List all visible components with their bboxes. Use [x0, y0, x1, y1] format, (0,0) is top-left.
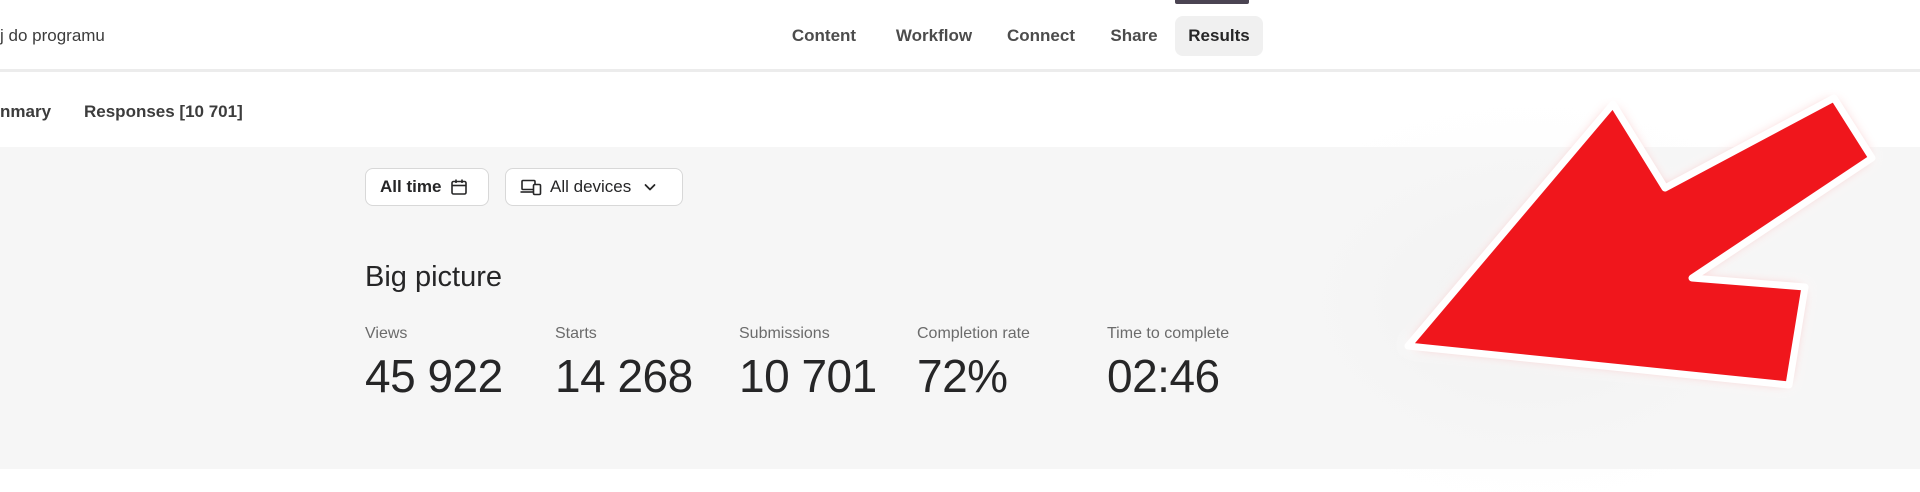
results-page: j do programu Content Workflow Connect S… — [0, 0, 1920, 492]
metric-label: Submissions — [739, 325, 830, 342]
time-filter-label: All time — [380, 177, 442, 196]
metric-label: Time to complete — [1107, 325, 1230, 342]
metric-views: Views 45 922 — [365, 325, 503, 403]
metric-label: Views — [365, 325, 408, 342]
nav-tab-workflow[interactable]: Workflow — [884, 16, 984, 56]
metric-starts: Starts 14 268 — [555, 325, 693, 403]
metric-submissions: Submissions 10 701 — [739, 325, 877, 403]
devices-filter-label: All devices — [550, 177, 632, 196]
active-tab-indicator — [1175, 0, 1249, 4]
metric-value: 45 922 — [365, 350, 503, 402]
nav-tab-share[interactable]: Share — [1100, 16, 1168, 56]
metric-label: Completion rate — [917, 325, 1030, 342]
nav-tab-results[interactable]: Results — [1175, 16, 1263, 56]
top-header: j do programu Content Workflow Connect S… — [0, 0, 1920, 72]
nav-tab-content[interactable]: Content — [779, 16, 869, 56]
subtab-responses[interactable]: Responses [10 701] — [84, 102, 243, 122]
metric-value: 14 268 — [555, 350, 693, 402]
nav-tab-connect[interactable]: Connect — [998, 16, 1084, 56]
sub-header: nmary Responses [10 701] — [0, 72, 1920, 147]
devices-icon — [520, 178, 542, 196]
big-picture-title: Big picture — [365, 261, 503, 293]
metric-completion-rate: Completion rate 72% — [917, 325, 1030, 403]
metric-label: Starts — [555, 325, 597, 342]
time-filter-button[interactable]: All time — [365, 168, 489, 206]
devices-filter-button[interactable]: All devices — [505, 168, 683, 206]
calendar-icon — [450, 178, 468, 196]
subtab-summary[interactable]: nmary — [0, 102, 51, 122]
metric-value: 72% — [917, 350, 1008, 402]
chevron-down-icon — [643, 180, 657, 194]
results-content: All time All devices Big picture Views 4… — [0, 147, 1920, 469]
metric-value: 10 701 — [739, 350, 877, 402]
back-to-program-link[interactable]: j do programu — [0, 26, 105, 46]
metric-time-to-complete: Time to complete 02:46 — [1107, 325, 1229, 403]
metric-value: 02:46 — [1107, 350, 1220, 402]
